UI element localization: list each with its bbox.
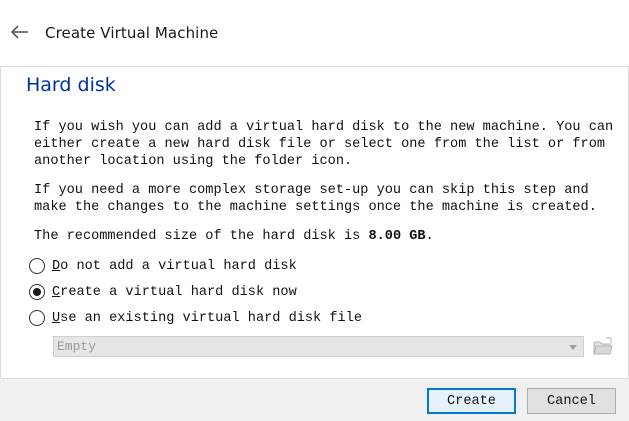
folder-open-icon[interactable] — [591, 335, 615, 359]
page-heading: Hard disk — [26, 74, 116, 96]
cancel-button[interactable]: Cancel — [527, 388, 616, 414]
existing-disk-select-value: Empty — [57, 339, 97, 354]
recommended-size-text: The recommended size of the hard disk is… — [34, 228, 434, 245]
create-button[interactable]: Create — [427, 388, 516, 414]
back-arrow-icon[interactable] — [9, 22, 31, 42]
radio-label-existing-disk[interactable]: Use an existing virtual hard disk file — [52, 311, 362, 326]
title-bar: Create Virtual Machine — [0, 0, 629, 66]
radio-button-existing-disk[interactable] — [29, 310, 45, 326]
radio-label-create-disk[interactable]: Create a virtual hard disk now — [52, 285, 297, 300]
description-paragraph-1: If you wish you can add a virtual hard d… — [34, 120, 614, 169]
radio-create-disk[interactable]: Create a virtual hard disk now — [29, 282, 297, 302]
radio-no-disk[interactable]: Do not add a virtual hard disk — [29, 256, 297, 276]
wizard-page — [0, 66, 629, 378]
chevron-down-icon[interactable] — [569, 345, 577, 350]
radio-button-no-disk[interactable] — [29, 258, 45, 274]
radio-existing-disk[interactable]: Use an existing virtual hard disk file — [29, 308, 362, 328]
window-title: Create Virtual Machine — [45, 24, 219, 42]
recommended-size-value: 8.00 GB — [368, 229, 426, 244]
existing-disk-select[interactable]: Empty — [53, 336, 584, 357]
recommended-size-prefix: The recommended size of the hard disk is — [34, 229, 369, 244]
radio-label-no-disk[interactable]: Do not add a virtual hard disk — [52, 259, 297, 274]
description-paragraph-2: If you need a more complex storage set-u… — [34, 183, 597, 215]
recommended-size-suffix: . — [425, 229, 434, 244]
radio-button-create-disk[interactable] — [29, 284, 45, 300]
